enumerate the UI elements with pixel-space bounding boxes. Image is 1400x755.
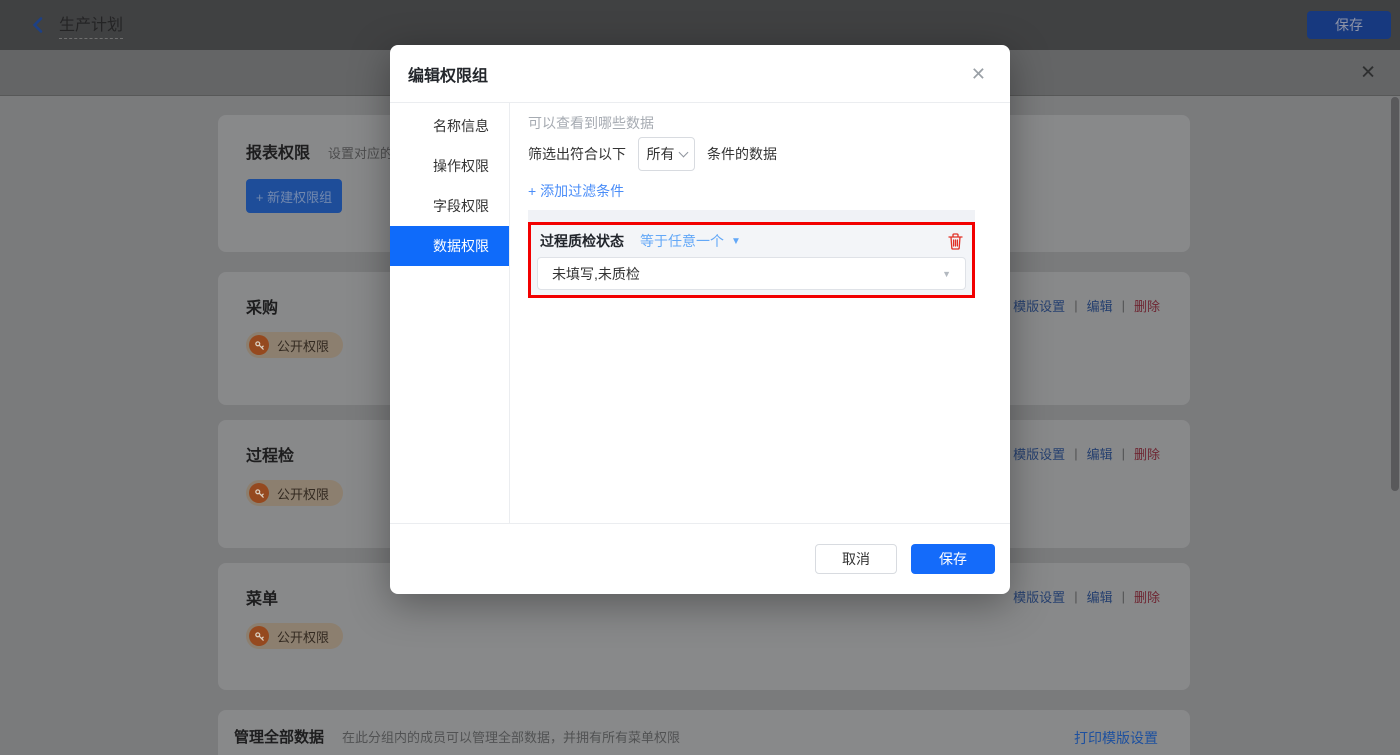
badge-label: 公开权限 — [277, 627, 329, 646]
filter-condition-card-highlighted: 过程质检状态 等于任意一个 ▼ 未填写,未质检 ▼ — [528, 222, 975, 298]
tab-field-permission[interactable]: 字段权限 — [390, 186, 509, 226]
print-template-settings-link[interactable]: 打印模版设置 — [1074, 728, 1158, 748]
data-view-hint: 可以查看到哪些数据 — [528, 113, 990, 133]
badge-label: 公开权限 — [277, 336, 329, 355]
condition-value: 未填写,未质检 — [552, 264, 640, 284]
link-separator: | — [1122, 589, 1125, 604]
link-separator: | — [1074, 298, 1077, 313]
save-button[interactable]: 保存 — [911, 544, 995, 574]
edit-link[interactable]: 编辑 — [1087, 296, 1113, 315]
manage-all-desc: 在此分组内的成员可以管理全部数据，并拥有所有菜单权限 — [342, 727, 680, 746]
filter-sentence-prefix: 筛选出符合以下 — [528, 144, 626, 164]
tab-name-info[interactable]: 名称信息 — [390, 106, 509, 146]
template-settings-link[interactable]: 模版设置 — [1013, 296, 1065, 315]
page-title: 生产计划 — [59, 11, 123, 39]
condition-value-select[interactable]: 未填写,未质检 ▼ — [537, 257, 966, 290]
modal-close-icon[interactable]: ✕ — [971, 65, 986, 83]
manage-all-data-card: 管理全部数据 在此分组内的成员可以管理全部数据，并拥有所有菜单权限 打印模版设置 — [218, 710, 1190, 755]
link-separator: | — [1074, 446, 1077, 461]
cancel-button[interactable]: 取消 — [815, 544, 897, 574]
modal-header: 编辑权限组 ✕ — [390, 45, 1010, 103]
filter-condition-list: 过程质检状态 等于任意一个 ▼ 未填写,未质检 ▼ — [528, 210, 975, 298]
link-separator: | — [1074, 589, 1077, 604]
template-settings-link[interactable]: 模版设置 — [1013, 444, 1065, 463]
back-chevron-icon[interactable] — [30, 16, 46, 34]
modal-content: 可以查看到哪些数据 筛选出符合以下 所有 条件的数据 + 添加过滤条件 过程质检… — [510, 103, 1010, 523]
tab-operation-permission[interactable]: 操作权限 — [390, 146, 509, 186]
delete-link[interactable]: 删除 — [1134, 444, 1160, 463]
edit-link[interactable]: 编辑 — [1087, 587, 1113, 606]
public-permission-badge: 公开权限 — [246, 332, 343, 358]
vertical-scrollbar[interactable] — [1391, 97, 1399, 491]
filter-sentence-suffix: 条件的数据 — [707, 144, 777, 164]
public-permission-badge: 公开权限 — [246, 623, 343, 649]
link-separator: | — [1122, 298, 1125, 313]
top-header-bar: 生产计划 保存 — [0, 0, 1400, 50]
condition-operator-label: 等于任意一个 — [640, 231, 724, 251]
modal-sidebar: 名称信息 操作权限 字段权限 数据权限 — [390, 103, 510, 523]
add-filter-condition-link[interactable]: + 添加过滤条件 — [528, 181, 624, 201]
delete-link[interactable]: 删除 — [1134, 587, 1160, 606]
drawer-close-icon[interactable]: ✕ — [1360, 63, 1376, 82]
screen: 生产计划 保存 ✕ 报表权限 设置对应的「 + 新建权限组 采购 模版设置 | … — [0, 0, 1400, 755]
link-separator: | — [1122, 446, 1125, 461]
public-permission-badge: 公开权限 — [246, 480, 343, 506]
caret-down-icon: ▼ — [942, 269, 951, 279]
edit-link[interactable]: 编辑 — [1087, 444, 1113, 463]
new-permission-group-button[interactable]: + 新建权限组 — [246, 179, 342, 213]
key-icon — [249, 335, 269, 355]
condition-field-label: 过程质检状态 — [540, 231, 624, 251]
chevron-down-icon — [678, 147, 688, 157]
delete-condition-trash-icon[interactable] — [948, 233, 963, 250]
badge-label: 公开权限 — [277, 484, 329, 503]
edit-permission-group-modal: 编辑权限组 ✕ 名称信息 操作权限 字段权限 数据权限 可以查看到哪些数据 筛选… — [390, 45, 1010, 594]
key-icon — [249, 483, 269, 503]
modal-footer: 取消 保存 — [390, 523, 1010, 594]
modal-title: 编辑权限组 — [408, 62, 488, 86]
page-save-button[interactable]: 保存 — [1307, 11, 1391, 39]
key-icon — [249, 626, 269, 646]
template-settings-link[interactable]: 模版设置 — [1013, 587, 1065, 606]
section-title: 报表权限 — [246, 139, 310, 163]
delete-link[interactable]: 删除 — [1134, 296, 1160, 315]
match-mode-value: 所有 — [647, 144, 675, 164]
manage-all-title: 管理全部数据 — [234, 726, 324, 747]
caret-down-icon: ▼ — [731, 236, 741, 247]
condition-operator-dropdown[interactable]: 等于任意一个 ▼ — [640, 231, 741, 251]
tab-data-permission[interactable]: 数据权限 — [390, 226, 509, 266]
match-mode-select[interactable]: 所有 — [638, 137, 695, 171]
